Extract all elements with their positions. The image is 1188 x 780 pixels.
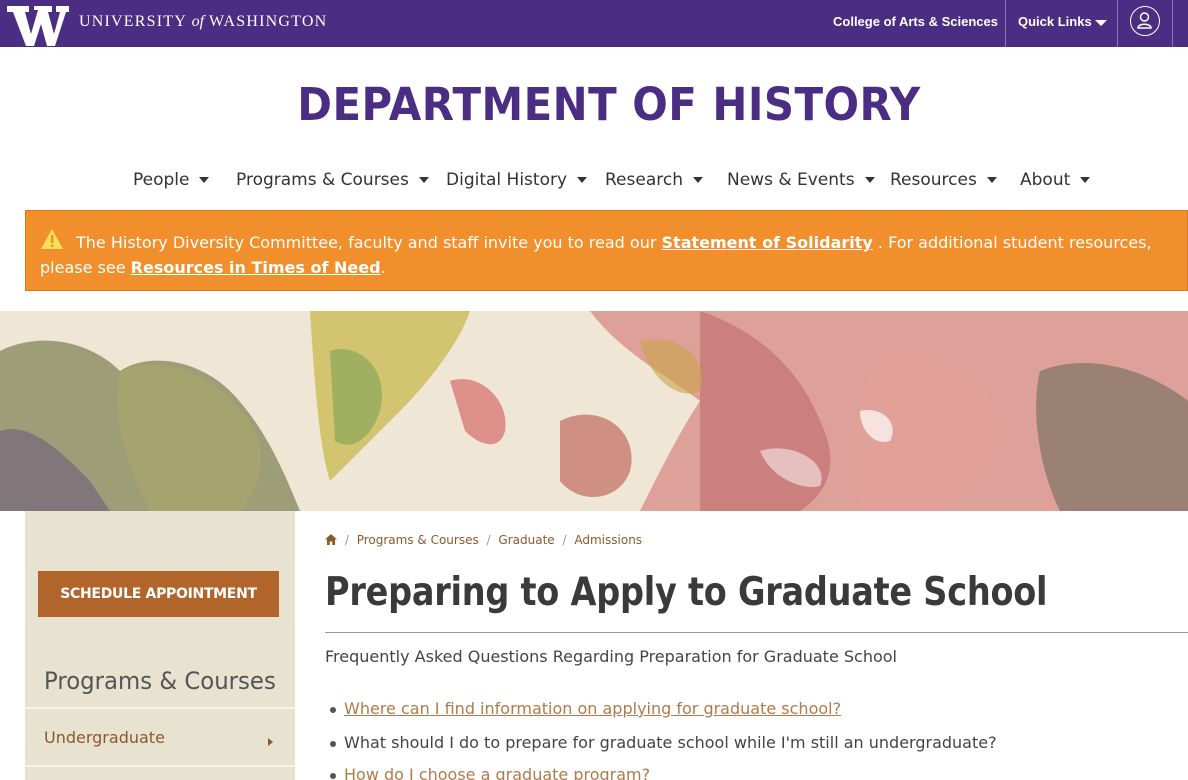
home-icon[interactable] [325,534,337,545]
college-link[interactable]: College of Arts & Sciences [833,0,998,47]
faq-item: How do I choose a graduate program? [330,765,650,780]
resources-in-times-of-need-link[interactable]: Resources in Times of Need [131,258,381,277]
sidebar-item-undergraduate[interactable]: Undergraduate [44,728,165,747]
divider [325,632,1188,633]
faq-link-applying[interactable]: Where can I find information on applying… [344,699,841,718]
caret-down-icon [986,177,997,183]
caret-down-icon [418,177,429,183]
faq-text-prepare: What should I do to prepare for graduate… [344,733,997,752]
breadcrumb-separator: / [486,533,491,547]
divider [25,707,295,709]
sidebar: SCHEDULE APPOINTMENT Programs & Courses … [25,511,295,780]
quick-links-button[interactable]: Quick Links [1018,0,1092,47]
statement-of-solidarity-link[interactable]: Statement of Solidarity [662,233,873,252]
caret-down-icon [1080,177,1091,183]
nav-research[interactable]: Research [605,170,703,194]
breadcrumb-programs-courses[interactable]: Programs & Courses [357,533,479,547]
nav-about[interactable]: About [1020,170,1091,194]
top-bar: UNIVERSITY of WASHINGTON College of Arts… [0,0,1188,47]
hero-banner-map [0,311,1188,511]
user-glyph [1137,12,1152,29]
nav-digital-history[interactable]: Digital History [446,170,588,194]
breadcrumb-admissions[interactable]: Admissions [574,533,642,547]
page-subtitle: Frequently Asked Questions Regarding Pre… [325,647,897,666]
breadcrumb-separator: / [344,533,349,547]
department-title[interactable]: DEPARTMENT OF HISTORY [43,78,1176,131]
breadcrumb-graduate[interactable]: Graduate [498,533,554,547]
alert-banner: The History Diversity Committee, faculty… [25,210,1188,291]
nav-programs-courses[interactable]: Programs & Courses [236,170,429,194]
chevron-right-icon [268,738,273,746]
alert-message: The History Diversity Committee, faculty… [40,233,1152,277]
divider [1172,0,1173,47]
divider [1117,0,1118,47]
breadcrumb-separator: / [562,533,567,547]
user-icon[interactable] [1130,6,1160,36]
chevron-down-icon [1095,20,1107,26]
caret-down-icon [577,177,588,183]
bullet [330,740,336,747]
faq-item: What should I do to prepare for graduate… [330,733,997,752]
caret-down-icon [199,177,210,183]
university-name[interactable]: UNIVERSITY of WASHINGTON [79,13,327,31]
bullet [330,772,336,779]
nav-news-events[interactable]: News & Events [727,170,875,194]
uw-w-logo[interactable] [7,6,69,46]
nav-resources[interactable]: Resources [890,170,997,194]
faq-item: Where can I find information on applying… [330,699,841,718]
caret-down-icon [692,177,703,183]
breadcrumb: / Programs & Courses / Graduate / Admiss… [325,533,642,547]
divider [1005,0,1006,47]
map-illustration [0,311,1188,511]
bullet [330,706,336,713]
page-title: Preparing to Apply to Graduate School [325,570,1048,615]
schedule-appointment-button[interactable]: SCHEDULE APPOINTMENT [38,571,279,617]
divider [25,765,295,767]
nav-people[interactable]: People [133,170,210,194]
caret-down-icon [864,177,875,183]
sidebar-section-title[interactable]: Programs & Courses [44,667,276,695]
faq-link-choose-program[interactable]: How do I choose a graduate program? [344,765,650,780]
